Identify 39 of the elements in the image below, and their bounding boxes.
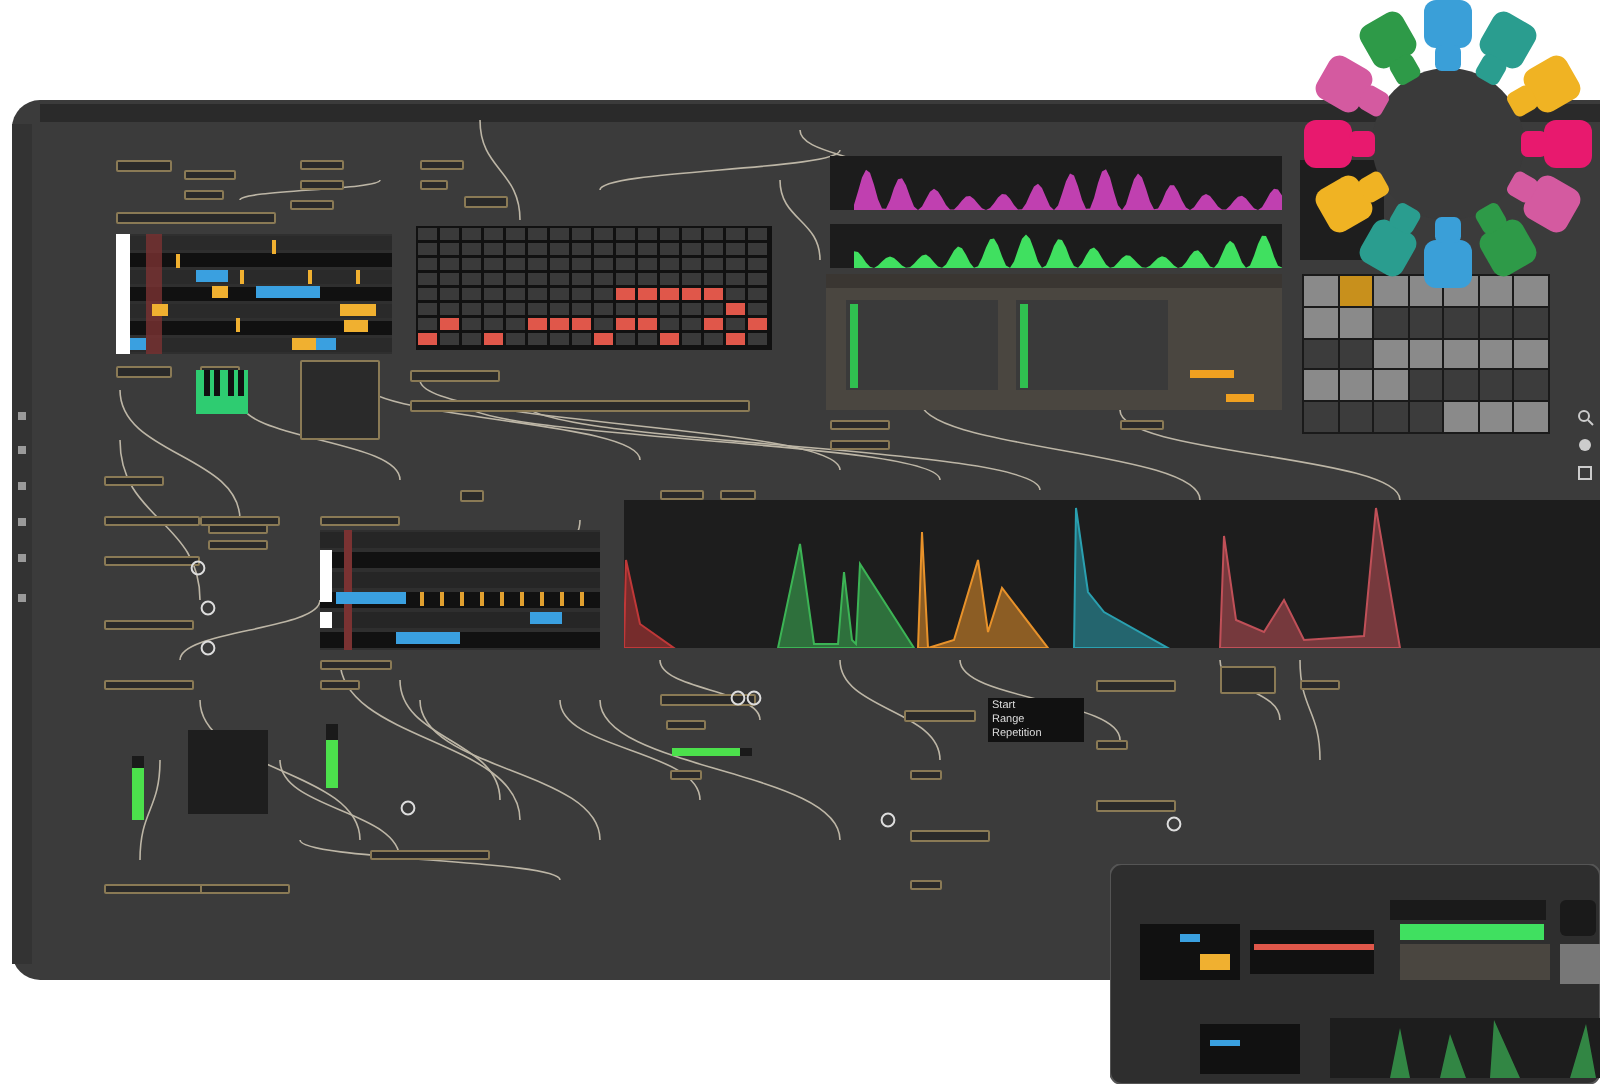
pad[interactable] [1304,307,1338,338]
knob-icon [200,600,216,616]
toolbar-icon [16,552,28,564]
pad[interactable] [1514,339,1548,369]
level-meter [672,748,752,756]
patch-cord [239,179,381,201]
pad[interactable] [1479,276,1513,306]
knob-icon [400,800,416,816]
pad[interactable] [1479,402,1513,432]
pad[interactable] [1444,339,1478,369]
video-placeholder [188,730,268,814]
patch-cord [1299,659,1321,761]
toolbar-icon [16,444,28,456]
toolbar-icon [16,592,28,604]
keyboard-icon [196,370,248,414]
knob-icon [1166,816,1182,832]
toolbar-icon [16,516,28,528]
pad[interactable] [1479,339,1513,369]
object-box[interactable] [660,694,756,706]
pad[interactable] [1304,370,1338,401]
pad[interactable] [1339,276,1373,306]
circle-icon [1576,436,1594,454]
square-icon [1576,464,1594,482]
patch-cord [479,119,521,221]
toolbar-icon [16,480,28,492]
pad[interactable] [1374,370,1408,401]
pad[interactable] [1409,339,1443,369]
knob-icon [190,560,206,576]
search-icon [1576,408,1594,426]
level-meter [326,724,338,788]
level-meter [132,756,144,820]
pad[interactable] [1374,339,1408,369]
knob-icon [880,812,896,828]
pad[interactable] [1339,370,1373,401]
pad[interactable] [1339,307,1373,338]
patch-cord [139,759,161,861]
toolbar-icon [16,410,28,422]
object-box[interactable] [104,556,200,566]
knob-icon [200,640,216,656]
